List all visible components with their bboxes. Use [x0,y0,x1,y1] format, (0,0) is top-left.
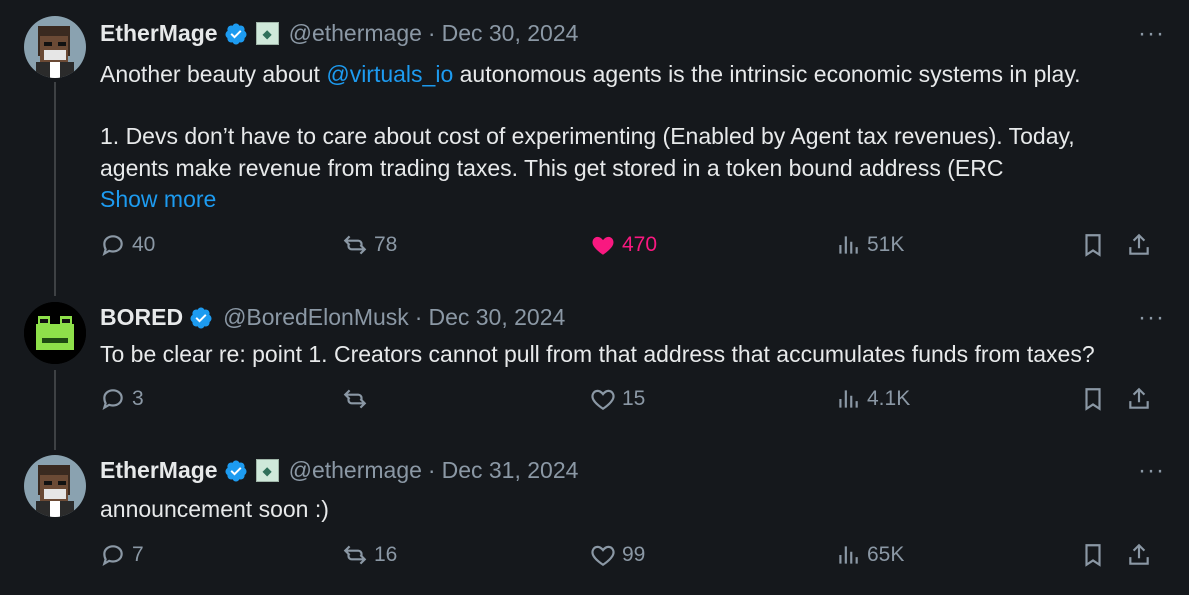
text-segment: autonomous agents is the intrinsic econo… [453,61,1081,87]
display-name[interactable]: EtherMage [100,457,218,484]
bookmark-button[interactable] [1080,232,1106,258]
timestamp[interactable]: Dec 30, 2024 [442,20,579,47]
tweet[interactable]: BORED @BoredElonMusk · Dec 30, 2024 ··· … [0,290,1189,440]
views-icon [839,390,858,408]
more-options-button[interactable]: ··· [1138,20,1165,48]
reply-icon [102,389,123,410]
repost-button[interactable] [342,386,374,412]
like-count: 15 [622,387,646,410]
like-button[interactable]: 15 [590,386,645,412]
repost-icon [343,389,367,409]
views-icon [839,236,858,254]
views-count: 4.1K [867,387,911,410]
reply-button[interactable]: 40 [100,232,155,258]
views-button[interactable]: 65K [835,542,904,568]
reply-button[interactable]: 3 [100,386,144,412]
mention-link[interactable]: @virtuals_io [326,61,453,87]
tweet-header: BORED @BoredElonMusk · Dec 30, 2024 [100,304,565,331]
timestamp[interactable]: Dec 30, 2024 [428,304,565,331]
reply-count: 40 [132,233,156,256]
like-icon [592,236,614,255]
like-button[interactable]: 99 [590,542,645,568]
handle[interactable]: @BoredElonMusk [223,304,409,331]
views-icon [839,546,858,564]
handle[interactable]: @ethermage [289,20,422,47]
repost-button[interactable]: 16 [342,542,397,568]
repost-icon [343,545,367,565]
separator: · [414,304,423,330]
tweet-header: EtherMage ◆ @ethermage · Dec 30, 2024 [100,20,578,47]
separator: · [427,457,436,483]
display-name[interactable]: EtherMage [100,20,218,47]
bookmark-button[interactable] [1080,542,1106,568]
tweet[interactable]: EtherMage ◆ @ethermage · Dec 31, 2024 ··… [0,445,1189,595]
share-icon [1129,233,1149,255]
tweet-header: EtherMage ◆ @ethermage · Dec 31, 2024 [100,457,578,484]
display-name[interactable]: BORED [100,304,183,331]
reply-button[interactable]: 7 [100,542,144,568]
views-count: 51K [867,233,905,256]
reply-count: 3 [132,387,144,410]
views-button[interactable]: 51K [835,232,904,258]
tweet-actions: 3 15 4.1K [100,386,1159,420]
verified-badge-icon [189,306,213,330]
share-button[interactable] [1126,232,1152,258]
avatar[interactable] [24,302,86,364]
more-options-button[interactable]: ··· [1138,304,1165,332]
share-button[interactable] [1126,542,1152,568]
reply-icon [102,545,123,566]
verified-badge-icon [224,22,248,46]
reply-count: 7 [132,543,144,566]
share-button[interactable] [1126,386,1152,412]
tweet-text: Another beauty about @virtuals_io autono… [100,58,1149,184]
bookmark-icon [1085,388,1101,411]
tweet[interactable]: EtherMage ◆ @ethermage · Dec 30, 2024 ··… [0,0,1189,285]
like-count: 99 [622,543,646,566]
affiliate-badge-icon: ◆ [255,22,279,45]
bookmark-icon [1085,544,1101,567]
more-options-button[interactable]: ··· [1138,457,1165,485]
views-button[interactable]: 4.1K [835,386,910,412]
text-line: agents make revenue from trading taxes. … [100,155,1004,181]
like-button[interactable]: 470 [590,232,657,258]
repost-icon [343,235,367,255]
avatar[interactable] [24,16,86,78]
timestamp[interactable]: Dec 31, 2024 [442,457,579,484]
text-segment: Another beauty about [100,61,327,87]
tweet-text: announcement soon :) [100,496,329,522]
share-icon [1129,543,1149,565]
reply-icon [102,235,123,256]
bookmark-button[interactable] [1080,386,1106,412]
like-icon [591,545,615,567]
tweet-actions: 40 78 470 51K [100,232,1159,266]
text-line: 1. Devs don’t have to care about cost of… [100,123,1075,149]
separator: · [427,20,436,46]
show-more-link[interactable]: Show more [100,186,216,213]
verified-badge-icon [224,459,248,483]
tweet-actions: 7 16 99 65K [100,542,1159,576]
tweet-text: To be clear re: point 1. Creators cannot… [100,341,1095,367]
repost-button[interactable]: 78 [342,232,397,258]
avatar[interactable] [24,455,86,517]
bookmark-icon [1085,234,1101,257]
affiliate-badge-icon: ◆ [255,459,279,482]
repost-count: 78 [374,233,398,256]
handle[interactable]: @ethermage [289,457,422,484]
like-count: 470 [622,233,658,256]
views-count: 65K [867,543,905,566]
repost-count: 16 [374,543,398,566]
share-icon [1129,387,1149,409]
like-icon [591,389,615,411]
